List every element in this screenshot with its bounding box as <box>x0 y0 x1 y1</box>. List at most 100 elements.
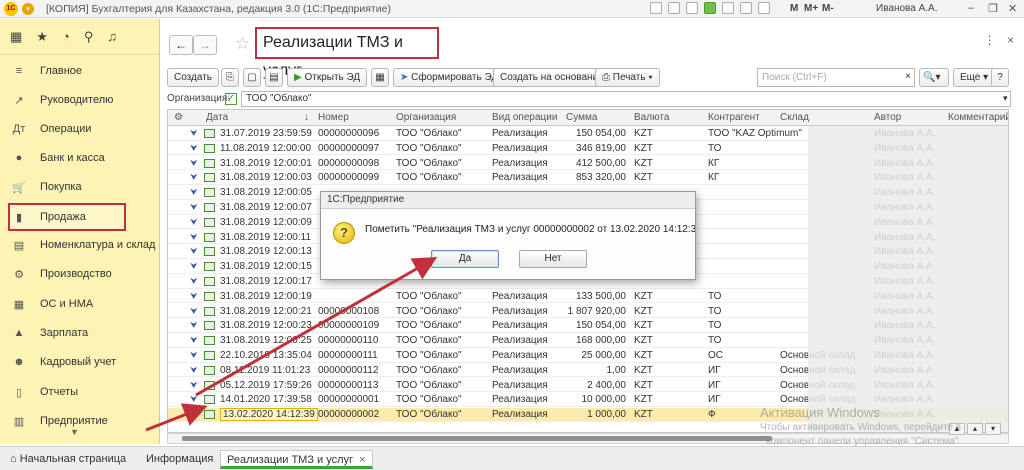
sidebar-item-operations[interactable]: Дт Операции <box>0 115 160 143</box>
more-options-icon[interactable]: ⋮ <box>984 33 996 47</box>
sidebar-item-nomenclature[interactable]: ▤ Номенклатура и склад <box>0 231 160 259</box>
sidebar-toolbar: ▦ ★ ◔ ⚲ ♫ <box>0 19 159 55</box>
close-form-icon[interactable]: × <box>1007 33 1014 47</box>
col-warehouse[interactable]: Склад <box>780 112 809 123</box>
form-ed-button[interactable]: ➤ Сформировать ЭД <box>393 68 506 87</box>
col-operation[interactable]: Вид операции <box>492 112 557 123</box>
cell-op: Реализация <box>492 335 548 347</box>
cell-number: 00000000110 <box>318 335 379 347</box>
cell-op: Реализация <box>492 157 548 169</box>
organization-checkbox[interactable]: ✓ <box>225 93 237 105</box>
back-button[interactable]: ← <box>169 35 193 55</box>
close-tab-icon[interactable]: × <box>359 454 365 466</box>
copy-icon[interactable]: ⎘ <box>221 68 239 87</box>
open-ed-button[interactable]: ▶ Открыть ЭД <box>287 68 368 87</box>
link-icon[interactable] <box>704 2 716 14</box>
cell-org: ТОО "Облако" <box>396 305 462 317</box>
tab-label: Начальная страница <box>19 453 127 465</box>
grid-icon[interactable]: ▦ <box>371 68 389 87</box>
favorite-icon[interactable] <box>740 2 752 14</box>
document-icon <box>204 321 215 331</box>
save-icon[interactable] <box>650 2 662 14</box>
search-icon[interactable]: ⚲ <box>84 29 94 45</box>
cell-org: ТОО "Облако" <box>396 364 462 376</box>
cell-date: 31.08.2019 12:00:15 <box>220 261 312 273</box>
posted-marker-icon: ⮟ <box>190 290 198 301</box>
history-clock-icon[interactable]: ◔ <box>62 29 70 44</box>
help-button[interactable]: ? <box>991 68 1009 87</box>
tab-home[interactable]: ⌂ Начальная страница <box>4 450 132 469</box>
sidebar-item-salary[interactable]: ▲ Зарплата <box>0 319 160 347</box>
current-user[interactable]: Иванова А.А. <box>876 3 937 14</box>
sidebar-item-bank[interactable]: ● Банк и касса <box>0 144 160 172</box>
col-sum[interactable]: Сумма <box>566 112 597 123</box>
mail-icon[interactable] <box>722 2 734 14</box>
chevron-down-icon[interactable]: ▾ <box>1003 93 1008 104</box>
col-organization[interactable]: Организация <box>396 112 456 123</box>
post-icon[interactable]: ▢ <box>243 68 261 87</box>
favorites-star-icon[interactable]: ★ <box>36 29 48 45</box>
sidebar-item-hr[interactable]: ☻ Кадровый учет <box>0 348 160 376</box>
preview-icon[interactable] <box>686 2 698 14</box>
minimize-button[interactable]: – <box>968 2 974 14</box>
window-title: [КОПИЯ] Бухгалтерия для Казахстана, реда… <box>46 2 391 15</box>
apps-grid-icon[interactable]: ▦ <box>10 29 22 45</box>
forward-button[interactable]: → <box>193 35 217 55</box>
sort-down-icon[interactable]: ↓ <box>304 112 309 123</box>
organization-filter: Организация: ✓ ТОО "Облако" ▾ <box>167 91 1017 107</box>
cell-date: 31.08.2019 12:00:23 <box>220 320 312 332</box>
print-icon[interactable] <box>668 2 680 14</box>
memory-button[interactable]: M <box>790 3 798 14</box>
list-icon[interactable]: ▤ <box>265 68 283 87</box>
memory-minus-button[interactable]: M- <box>822 3 834 14</box>
scroll-up-icon[interactable]: ▴ <box>967 423 983 435</box>
sidebar-item-fixed-assets[interactable]: ▦ ОС и НМА <box>0 290 160 318</box>
main-menu-icon[interactable]: ▾ <box>22 2 34 15</box>
yes-button[interactable]: Да <box>431 250 499 268</box>
memory-plus-button[interactable]: M+ <box>804 3 818 14</box>
sidebar-item-director[interactable]: ↗ Руководителю <box>0 86 160 114</box>
cell-op: Реализация <box>492 320 548 332</box>
sidebar-item-label: Зарплата <box>40 327 89 339</box>
posted-marker-icon: ⮟ <box>190 157 198 168</box>
form-ed-label: Сформировать ЭД <box>411 72 499 83</box>
sidebar-item-main[interactable]: ≡ Главное <box>0 57 160 85</box>
bell-icon[interactable]: ♫ <box>107 29 117 44</box>
col-number[interactable]: Номер <box>318 112 349 123</box>
history-icon[interactable] <box>758 2 770 14</box>
search-input[interactable]: Поиск (Ctrl+F) <box>757 68 915 87</box>
cell-sum: 1,00 <box>606 364 626 376</box>
sidebar-item-sales[interactable]: ▮ Продажа <box>8 203 126 231</box>
print-button[interactable]: ⎙ Печать ▾ <box>595 68 660 87</box>
scroll-bottom-icon[interactable]: ▾ <box>985 423 1001 435</box>
close-window-button[interactable]: ✕ <box>1008 2 1017 15</box>
search-button[interactable]: 🔍▾ <box>919 68 949 87</box>
col-counterparty[interactable]: Контрагент <box>708 112 760 123</box>
col-comment[interactable]: Комментарий <box>948 112 1008 123</box>
tab-information[interactable]: Информация× <box>140 450 232 469</box>
create-button[interactable]: Создать <box>167 68 220 87</box>
status-column-icon[interactable]: ⚙ <box>174 112 183 123</box>
tab-sales-list[interactable]: Реализации ТМЗ и услуг × <box>220 450 373 469</box>
col-date[interactable]: Дата <box>206 112 228 123</box>
clear-search-icon[interactable]: × <box>899 68 917 87</box>
scroll-thumb[interactable] <box>182 436 772 441</box>
document-icon <box>204 143 215 153</box>
posted-marker-icon: ⮟ <box>190 202 198 212</box>
sidebar-scroll-down-icon[interactable]: ▼ <box>70 427 79 437</box>
sidebar-item-reports[interactable]: ▯ Отчеты <box>0 378 160 406</box>
col-currency[interactable]: Валюта <box>634 112 669 123</box>
favorite-star-icon[interactable]: ☆ <box>235 34 250 54</box>
organization-field[interactable]: ТОО "Облако" <box>241 91 1011 107</box>
sidebar-item-production[interactable]: ⚙ Производство <box>0 260 160 288</box>
more-button[interactable]: Еще ▾ <box>953 68 996 87</box>
document-icon <box>204 336 215 346</box>
document-icon <box>204 247 215 257</box>
sidebar-item-enterprise[interactable]: ▥ Предприятие <box>0 407 160 435</box>
document-icon <box>204 188 215 198</box>
sidebar-item-purchase[interactable]: 🛒 Покупка <box>0 173 160 201</box>
col-author[interactable]: Автор <box>874 112 901 123</box>
restore-button[interactable]: ❐ <box>988 2 998 15</box>
no-button[interactable]: Нет <box>519 250 587 268</box>
cell-org: ТОО "Облако" <box>396 142 462 154</box>
